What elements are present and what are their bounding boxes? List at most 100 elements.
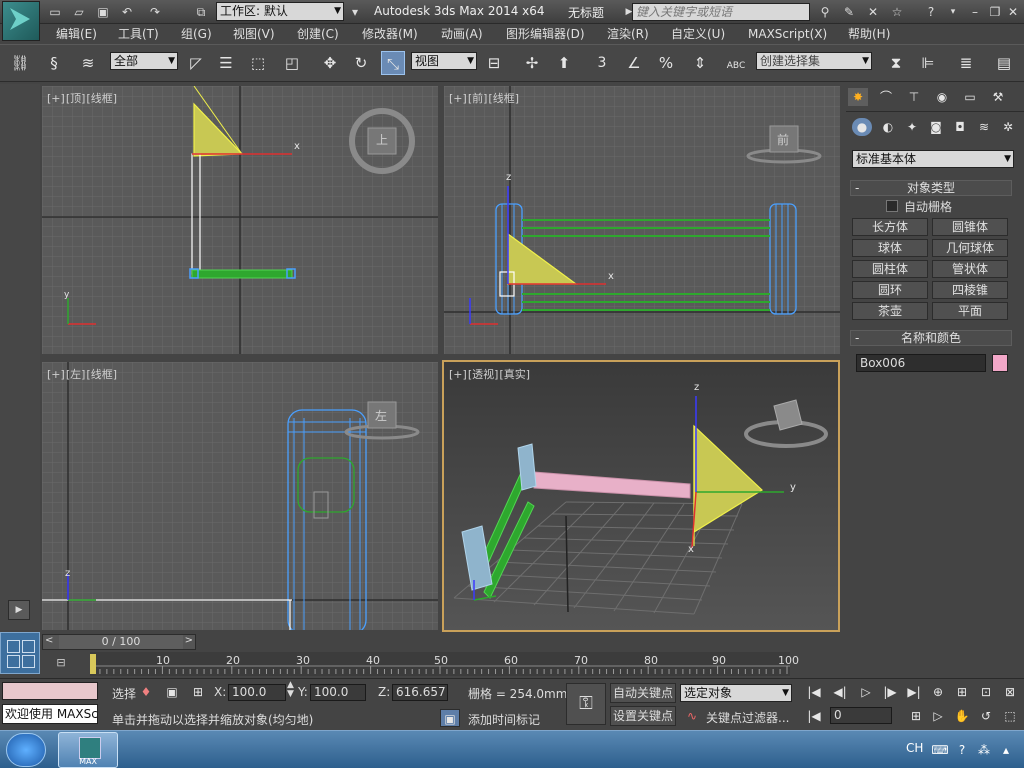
spinner-snap-icon[interactable]: ⇕ bbox=[688, 51, 712, 75]
pyramid-button[interactable]: 四棱锥 bbox=[932, 281, 1008, 299]
menu-views[interactable]: 视图(V) bbox=[233, 24, 275, 44]
go-to-start-icon[interactable]: |◀ bbox=[804, 683, 824, 701]
maxscript-listener[interactable]: 欢迎使用 MAXSc bbox=[2, 704, 98, 724]
orbit-icon[interactable]: ↺ bbox=[976, 707, 996, 725]
viewport-layout-icon[interactable] bbox=[0, 632, 40, 674]
key-curve-icon[interactable]: ∿ bbox=[682, 707, 702, 725]
z-coord-field[interactable]: 616.657 bbox=[392, 684, 448, 701]
persp-viewcube[interactable] bbox=[744, 399, 828, 448]
track-bar[interactable]: 10 20 30 40 50 60 70 80 90 100 bbox=[90, 652, 799, 676]
help-dropdown-icon[interactable]: ▾ bbox=[944, 3, 962, 21]
undo-icon[interactable]: ↶ bbox=[118, 3, 136, 21]
geosphere-button[interactable]: 几何球体 bbox=[932, 239, 1008, 257]
motion-tab-icon[interactable]: ◉ bbox=[932, 88, 952, 106]
auto-grid-checkbox[interactable] bbox=[886, 200, 898, 212]
viewport-front-label[interactable]: [+][前][线框] bbox=[449, 90, 520, 106]
prev-frame-icon[interactable]: ◀| bbox=[830, 683, 850, 701]
unlink-icon[interactable]: § bbox=[42, 51, 66, 75]
viewport-top[interactable]: 上 x y [+][顶][线框] bbox=[42, 86, 438, 354]
zoom-extents-all-icon[interactable]: ⊠ bbox=[1000, 683, 1020, 701]
shapes-icon[interactable]: ◐ bbox=[878, 118, 898, 136]
close-icon[interactable]: ✕ bbox=[1004, 3, 1022, 21]
cylinder-button[interactable]: 圆柱体 bbox=[852, 260, 928, 278]
time-config-icon[interactable]: ⊞ bbox=[906, 707, 926, 725]
name-color-rollout-header[interactable]: - 名称和颜色 bbox=[850, 330, 1012, 346]
named-selection-set-select[interactable]: 创建选择集 ▼ bbox=[756, 52, 872, 70]
time-slider-prev-icon[interactable]: < bbox=[45, 635, 53, 646]
communication-icon[interactable]: ✕ bbox=[864, 3, 882, 21]
workspace-dropdown-icon[interactable]: ▾ bbox=[346, 3, 364, 21]
next-frame-icon[interactable]: |▶ bbox=[880, 683, 900, 701]
time-slider[interactable]: < 0 / 100 > bbox=[42, 634, 196, 650]
help-icon[interactable]: ? bbox=[922, 3, 940, 21]
start-button-icon[interactable] bbox=[6, 733, 46, 767]
menu-modifiers[interactable]: 修改器(M) bbox=[362, 24, 418, 44]
object-type-rollout-header[interactable]: - 对象类型 bbox=[850, 180, 1012, 196]
zoom-icon[interactable]: ⊕ bbox=[928, 683, 948, 701]
menu-edit[interactable]: 编辑(E) bbox=[56, 24, 97, 44]
key-filters-button[interactable]: 关键点过滤器... bbox=[706, 709, 789, 726]
workspace-select[interactable]: 工作区: 默认 ▼ bbox=[216, 2, 344, 21]
maximize-viewport-icon[interactable]: ⬚ bbox=[1000, 707, 1020, 725]
select-object-icon[interactable]: ◸ bbox=[184, 51, 208, 75]
zoom-all-icon[interactable]: ⊞ bbox=[952, 683, 972, 701]
select-rotate-icon[interactable]: ↻ bbox=[349, 51, 373, 75]
systems-icon[interactable]: ✲ bbox=[998, 118, 1018, 136]
menu-help[interactable]: 帮助(H) bbox=[848, 24, 890, 44]
ribbon-toggle-icon[interactable]: ▤ bbox=[992, 51, 1016, 75]
field-of-view-icon[interactable]: ▷ bbox=[928, 707, 948, 725]
absolute-mode-icon[interactable]: ⊞ bbox=[188, 683, 208, 701]
viewport-perspective-label[interactable]: [+][透视][真实] bbox=[449, 366, 531, 382]
current-frame-field[interactable]: 0 bbox=[830, 707, 892, 724]
window-crossing-icon[interactable]: ◰ bbox=[280, 51, 304, 75]
object-color-swatch[interactable] bbox=[992, 354, 1008, 372]
align-icon[interactable]: ⊫ bbox=[916, 51, 940, 75]
tray-menu-icon[interactable]: ▴ bbox=[996, 741, 1016, 759]
auto-key-button[interactable]: 自动关键点 bbox=[610, 683, 676, 703]
reference-coordinate-select[interactable]: 视图 ▼ bbox=[411, 52, 477, 70]
input-language[interactable]: CH bbox=[906, 741, 923, 755]
x-spinner-icon[interactable]: ▲ ▼ bbox=[287, 681, 294, 699]
manipulate-icon[interactable]: ✢ bbox=[520, 51, 544, 75]
key-mode-toggle-icon[interactable]: |◀ bbox=[804, 707, 824, 725]
search-input[interactable]: 键入关键字或短语 bbox=[632, 3, 810, 21]
time-slider-next-icon[interactable]: > bbox=[185, 635, 193, 646]
space-warps-icon[interactable]: ≋ bbox=[974, 118, 994, 136]
persp-pink-bar[interactable] bbox=[533, 471, 691, 499]
binoculars-icon[interactable]: ⚲ bbox=[816, 3, 834, 21]
hierarchy-tab-icon[interactable]: ⊤ bbox=[904, 88, 924, 106]
menu-tools[interactable]: 工具(T) bbox=[118, 24, 159, 44]
bind-space-warp-icon[interactable]: ≋ bbox=[76, 51, 100, 75]
go-to-end-icon[interactable]: ▶| bbox=[904, 683, 924, 701]
teapot-button[interactable]: 茶壶 bbox=[852, 302, 928, 320]
percent-snap-icon[interactable]: % bbox=[654, 51, 678, 75]
y-coord-field[interactable]: 100.0 bbox=[310, 684, 366, 701]
display-tab-icon[interactable]: ▭ bbox=[960, 88, 980, 106]
viewport-left[interactable]: 左 z [+][左][线框] bbox=[42, 362, 438, 630]
pan-icon[interactable]: ✋ bbox=[952, 707, 972, 725]
pivot-center-icon[interactable]: ⊟ bbox=[482, 51, 506, 75]
new-file-icon[interactable]: ▭ bbox=[46, 3, 64, 21]
restore-icon[interactable]: ❐ bbox=[986, 3, 1004, 21]
layer-manager-icon[interactable]: ≣ bbox=[954, 51, 978, 75]
persp-post-near[interactable] bbox=[461, 525, 493, 591]
select-scale-icon[interactable]: ⤡ bbox=[381, 51, 405, 75]
select-move-icon[interactable]: ✥ bbox=[318, 51, 342, 75]
favorites-star-icon[interactable]: ☆ bbox=[888, 3, 906, 21]
menu-animation[interactable]: 动画(A) bbox=[441, 24, 483, 44]
app-logo-icon[interactable] bbox=[2, 1, 40, 41]
mirror-icon[interactable]: ⧗ bbox=[884, 51, 908, 75]
keyboard-shortcut-toggle-icon[interactable]: ⬆ bbox=[552, 51, 576, 75]
set-key-icon[interactable]: ⚿ bbox=[566, 683, 606, 725]
play-icon[interactable]: ▷ bbox=[856, 683, 876, 701]
minimize-icon[interactable]: – bbox=[966, 3, 984, 21]
plane-button[interactable]: 平面 bbox=[932, 302, 1008, 320]
curve-editor-mini-icon[interactable]: ⊟ bbox=[50, 656, 72, 672]
viewport-perspective[interactable]: z y x [+][透视][真实] bbox=[442, 360, 840, 632]
edit-named-selection-icon[interactable]: ABC bbox=[724, 51, 748, 75]
taskbar-3dsmax-button[interactable]: MAX bbox=[58, 732, 118, 768]
subscription-icon[interactable]: ✎ bbox=[840, 3, 858, 21]
rect-selection-icon[interactable]: ⬚ bbox=[246, 51, 270, 75]
selection-lock-icon[interactable]: ▣ bbox=[162, 683, 182, 701]
tray-options-icon[interactable]: ⁂ bbox=[974, 741, 994, 759]
